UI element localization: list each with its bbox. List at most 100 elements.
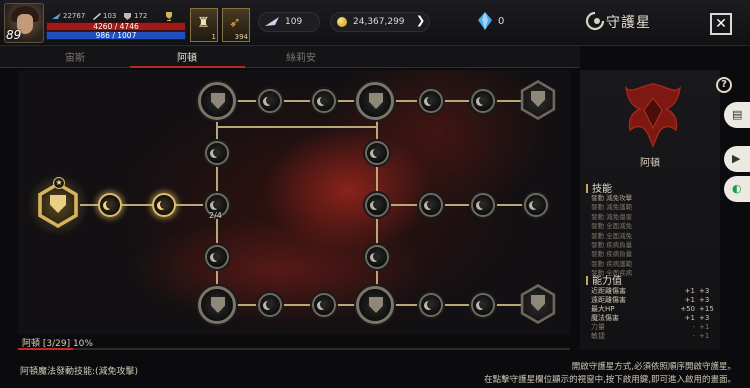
feather-currency: 109 — [258, 12, 320, 32]
shield-crest-icon — [211, 93, 225, 109]
stat-name: 魔法傷害 — [591, 314, 619, 322]
page-title: 守護星 — [606, 15, 651, 31]
branch-counter: 2/4 — [209, 211, 222, 220]
stat-next: +1 — [699, 332, 710, 340]
stat-next: +3 — [699, 314, 710, 322]
defense-stat: 172 — [123, 12, 147, 20]
stat-current: +1 — [684, 287, 695, 295]
active-tab-indicator — [130, 66, 245, 68]
top-bar: 89 22767 103 172 4260 / 4746 986 / 1007 … — [0, 0, 750, 46]
play-icon: ▶ — [732, 152, 741, 165]
help-button[interactable]: ? — [716, 77, 732, 93]
side-tab-play[interactable]: ▶ — [724, 146, 750, 172]
skill-item: 發動 減免傷害 — [591, 212, 633, 221]
star-node[interactable] — [471, 293, 495, 317]
stat-row: 遠距離傷害 +1 +3 — [591, 296, 719, 305]
attack-value: 103 — [103, 12, 117, 20]
stat-next: +15 — [699, 305, 714, 313]
swirl-icon: ◐ — [732, 182, 742, 195]
star-node[interactable] — [471, 89, 495, 113]
star-node-lit[interactable] — [152, 193, 176, 217]
armor-icon — [124, 12, 131, 20]
currency-arrow-button[interactable]: ❯ — [416, 14, 425, 27]
quick-slot-potion[interactable]: ♜ 1 — [190, 8, 218, 42]
star-node-major[interactable] — [198, 286, 236, 324]
skill-item: 發動 全面減免 — [591, 222, 633, 231]
node-link — [216, 126, 378, 128]
quick-slot-scroll[interactable]: ➶ 394 — [222, 8, 250, 42]
aton-emblem-icon — [624, 83, 682, 148]
stat-name: 最大HP — [591, 305, 615, 313]
star-node[interactable] — [258, 89, 282, 113]
stat-current: - — [692, 332, 695, 340]
power-stat: 22767 — [52, 12, 85, 20]
star-node[interactable] — [419, 89, 443, 113]
star-node[interactable] — [365, 245, 389, 269]
star-node[interactable] — [365, 193, 389, 217]
stat-row: 力量 - +1 — [591, 323, 719, 332]
crystal-value: 0 — [498, 16, 505, 27]
stat-next: +1 — [699, 323, 710, 331]
star-node[interactable] — [419, 293, 443, 317]
book-icon: ▤ — [732, 108, 743, 121]
side-tab-book[interactable]: ▤ — [724, 102, 750, 128]
stat-next: +3 — [699, 296, 710, 304]
star-node[interactable] — [419, 193, 443, 217]
power-value: 22767 — [63, 12, 86, 20]
stat-current: - — [692, 323, 695, 331]
skill-item: 發動 全面減免 — [591, 231, 633, 240]
stat-row: 魔法傷害 +1 +3 — [591, 314, 719, 323]
gold-value: 24,367,299 — [353, 17, 405, 27]
star-node[interactable] — [312, 89, 336, 113]
skill-item: 發動 疾病護範 — [591, 259, 633, 268]
skills-heading: 技能 — [586, 180, 612, 195]
constellation-progress-bar — [18, 348, 570, 350]
wing-icon — [52, 12, 61, 19]
node-link — [376, 204, 540, 206]
quick-slot-count: 1 — [211, 33, 216, 41]
crystal-icon — [478, 12, 492, 30]
feather-icon — [265, 17, 279, 26]
star-badge-icon: ★ — [53, 177, 65, 189]
star-node-lit[interactable] — [98, 193, 122, 217]
feather-scroll-icon: ➶ — [229, 15, 241, 31]
progress-fill — [18, 348, 74, 350]
hp-value: 4260 / 4746 — [93, 22, 139, 31]
star-node[interactable] — [258, 293, 282, 317]
feather-value: 109 — [285, 17, 303, 27]
close-button[interactable]: ✕ — [710, 13, 732, 35]
side-tab-swirl[interactable]: ◐ — [724, 176, 750, 202]
sword-icon — [93, 12, 101, 20]
skill-item: 發動 減免攻擊 — [591, 194, 633, 202]
gold-coin-icon — [337, 17, 347, 27]
instructions: 開啟守護星方式,必須依照順序開啟守護星。 在點擊守護星欄位顯示的視窗中,按下啟用… — [440, 361, 736, 387]
tab-silian[interactable]: 絲莉安 — [246, 49, 356, 64]
stat-row: 近距離傷害 +1 +3 — [591, 287, 719, 296]
stat-name: 遠距離傷害 — [591, 296, 626, 304]
star-node[interactable] — [205, 245, 229, 269]
stats-heading: 能力值 — [586, 272, 622, 287]
constellation-name: 阿頓 — [640, 158, 660, 169]
star-node-major[interactable] — [356, 82, 394, 120]
star-node[interactable] — [471, 193, 495, 217]
star-node[interactable] — [312, 293, 336, 317]
star-node-major[interactable] — [356, 286, 394, 324]
tab-zeus[interactable]: 宙斯 — [20, 49, 130, 64]
skill-item: 發動 疾病負量 — [591, 250, 633, 259]
shield-crest-icon — [369, 93, 383, 109]
star-node[interactable] — [365, 141, 389, 165]
stat-current: +1 — [684, 296, 695, 304]
star-node-major[interactable] — [198, 82, 236, 120]
trophy-icon — [166, 12, 172, 21]
stat-next: +3 — [699, 287, 710, 295]
constellation-tabs: 宙斯 阿頓 絲莉安 — [0, 46, 580, 68]
stat-row: 最大HP +50 +15 — [591, 305, 719, 314]
star-node[interactable] — [205, 141, 229, 165]
tab-aton[interactable]: 阿頓 — [132, 49, 242, 64]
shield-crest-icon — [369, 297, 383, 313]
shield-crest-icon — [211, 297, 225, 313]
guardian-star-icon — [585, 11, 605, 31]
star-node[interactable] — [524, 193, 548, 217]
instruction-line: 開啟守護星方式,必須依照順序開啟守護星。 — [571, 362, 736, 372]
skills-list: 發動 減免攻擊 發動 減免護範 發動 減免傷害 發動 全面減免 發動 全面減免 … — [591, 194, 711, 279]
